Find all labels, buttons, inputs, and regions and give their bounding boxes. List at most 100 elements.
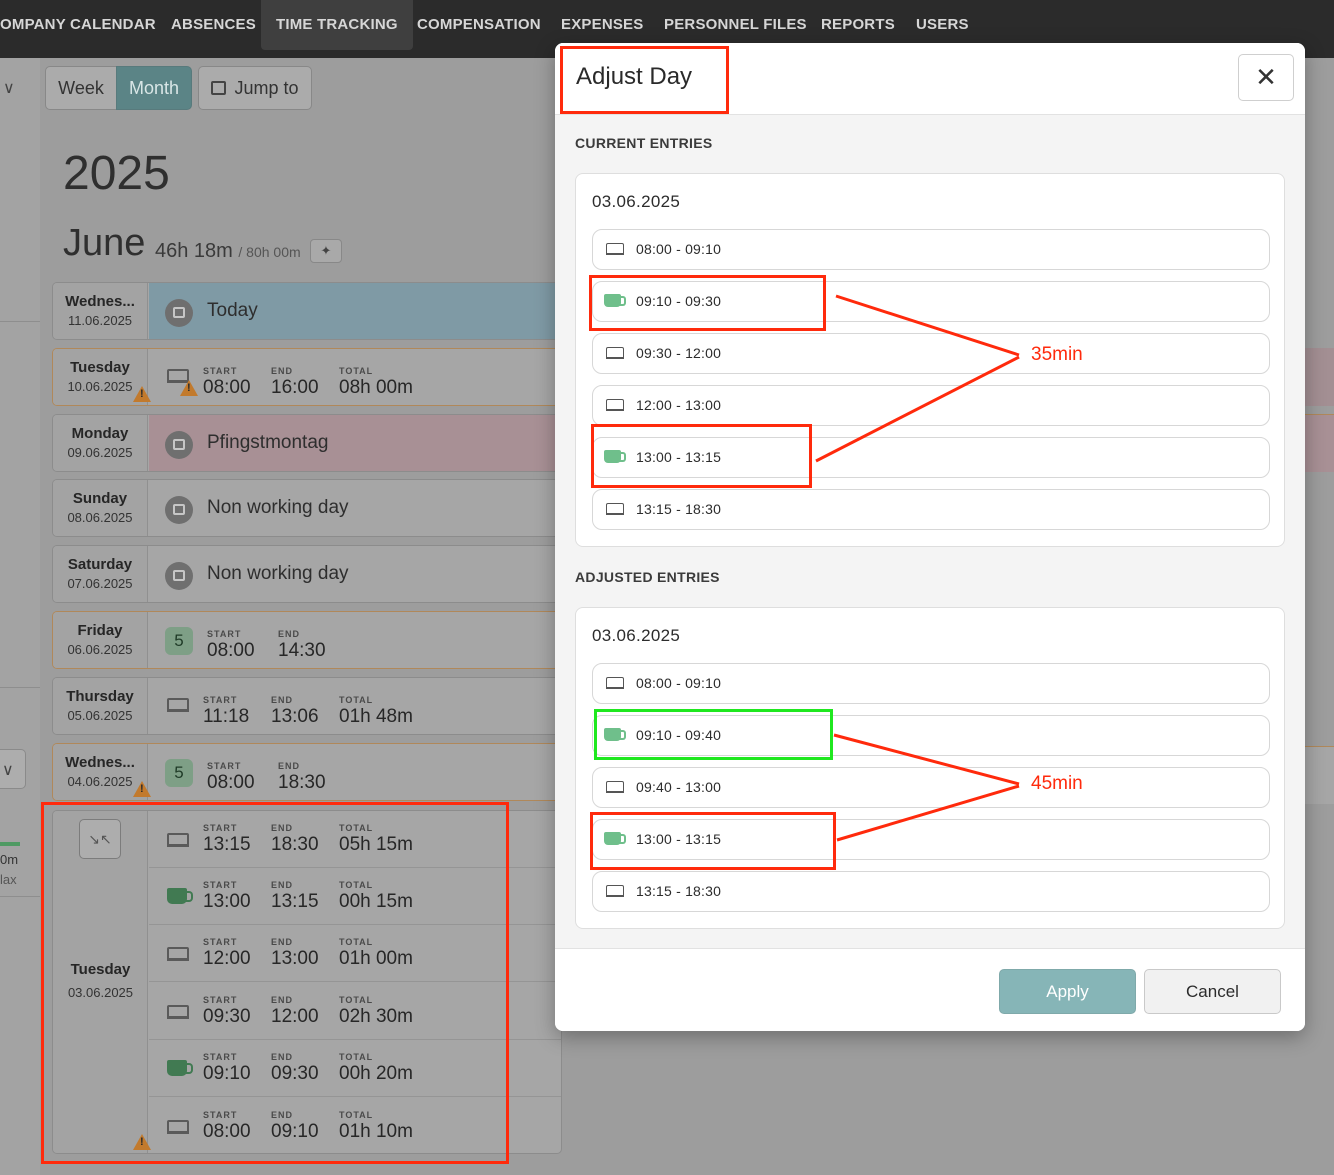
close-icon: ✕ (1255, 62, 1277, 92)
annotation-box (589, 275, 826, 331)
total-time: 01h 48m (339, 706, 413, 727)
day-date: 05.06.2025 (67, 708, 133, 723)
day-name: Wednes... (65, 293, 135, 310)
chevron-down-icon[interactable]: ∨ (3, 78, 15, 98)
day-date: 08.06.2025 (67, 510, 133, 525)
annotation-box (560, 46, 729, 114)
day-name: Sunday (72, 490, 128, 507)
day-name: Monday (71, 425, 129, 442)
jump-to-button[interactable]: Jump to (198, 66, 312, 110)
modal-footer: Apply Cancel (555, 948, 1305, 1031)
card-date: 03.06.2025 (592, 626, 681, 645)
progress-bar (0, 842, 20, 846)
end-time: 16:00 (271, 377, 319, 398)
day-row[interactable]: Wednes... 04.06.2025 5 START 08:00 END 1… (52, 743, 562, 801)
laptop-icon (606, 399, 624, 411)
calendar-icon (211, 81, 227, 95)
day-body: 5 START 08:00 END 14:30 (149, 612, 561, 668)
start-time: 08:00 (203, 377, 251, 398)
calendar-icon (165, 496, 193, 524)
adjusted-entries-title: ADJUSTED ENTRIES (575, 569, 720, 585)
week-view-button[interactable]: Week (45, 66, 117, 110)
day-date: 11.06.2025 (67, 313, 133, 328)
entry-item[interactable]: 08:00 - 09:10 (592, 229, 1270, 270)
mini-max-text: lax (0, 872, 17, 887)
start-label: START (207, 629, 242, 639)
day-body: Non working day (149, 480, 561, 536)
start-time: 11:18 (203, 706, 250, 727)
month-view-button[interactable]: Month (116, 66, 192, 110)
nav-absences[interactable]: ABSENCES (171, 0, 256, 50)
entry-count-badge: 5 (165, 627, 193, 655)
annotation-box (41, 802, 509, 1164)
entry-item[interactable]: 09:30 - 12:00 (592, 333, 1270, 374)
close-button[interactable]: ✕ (1238, 54, 1294, 101)
magic-wand-button[interactable]: ✦ (310, 239, 342, 263)
nav-time-tracking[interactable]: TIME TRACKING (261, 0, 413, 50)
laptop-icon (606, 885, 624, 897)
nav-company-calendar[interactable]: OMPANY CALENDAR (0, 0, 156, 50)
warning-icon (133, 386, 151, 402)
row-sliver (1305, 414, 1334, 472)
mini-hours-text: 0m (0, 852, 19, 867)
day-date: 07.06.2025 (67, 576, 133, 591)
end-label: END (278, 761, 301, 771)
current-entries-title: CURRENT ENTRIES (575, 135, 713, 151)
day-label: Pfingstmontag (207, 432, 329, 453)
total-label: TOTAL (339, 695, 374, 705)
day-date: 09.06.2025 (67, 445, 133, 460)
entry-item[interactable]: 09:40 - 13:00 (592, 767, 1270, 808)
year-heading: 2025 (63, 147, 170, 200)
entry-time: 13:15 - 18:30 (636, 883, 722, 899)
right-overflow (1305, 58, 1334, 1175)
start-time: 08:00 (207, 772, 255, 793)
day-row[interactable]: Thursday 05.06.2025 START 11:18 END 13:0… (52, 677, 562, 735)
entry-time: 08:00 - 09:10 (636, 241, 722, 257)
day-date-cell: Thursday 05.06.2025 (53, 678, 148, 734)
day-body: Pfingstmontag (149, 415, 561, 471)
day-date-cell: Wednes... 11.06.2025 (53, 283, 148, 339)
divider (0, 896, 40, 897)
entry-item[interactable]: 08:00 - 09:10 (592, 663, 1270, 704)
day-body: START 08:00 END 16:00 TOTAL 08h 00m (149, 349, 561, 405)
apply-button[interactable]: Apply (999, 969, 1136, 1014)
laptop-icon (606, 503, 624, 515)
laptop-icon (606, 243, 624, 255)
entry-item[interactable]: 13:15 - 18:30 (592, 489, 1270, 530)
total-time: 08h 00m (339, 377, 413, 398)
card-date: 03.06.2025 (592, 192, 681, 211)
total-label: TOTAL (339, 366, 374, 376)
nav-compensation[interactable]: COMPENSATION (417, 0, 541, 50)
laptop-icon (606, 347, 624, 359)
chevron-down-icon: ∨ (2, 762, 14, 779)
sidebar-toggle-button[interactable]: ∨ (0, 749, 26, 789)
annotation-box-green (594, 709, 833, 760)
annotation-box (590, 812, 836, 870)
row-sliver (1305, 348, 1334, 406)
calendar-icon (165, 562, 193, 590)
day-row[interactable]: Tuesday 10.06.2025 START 08:00 END 16:00… (52, 348, 562, 406)
laptop-icon (606, 677, 624, 689)
day-body: Non working day (149, 546, 561, 602)
calendar-icon (165, 299, 193, 327)
divider (0, 321, 40, 322)
end-label: END (271, 366, 294, 376)
start-label: START (203, 695, 238, 705)
entry-item[interactable]: 13:15 - 18:30 (592, 871, 1270, 912)
day-row[interactable]: Saturday 07.06.2025 Non working day (52, 545, 562, 603)
warning-icon (133, 781, 151, 797)
day-row[interactable]: Wednes... 11.06.2025 Today (52, 282, 562, 340)
entry-time: 09:40 - 13:00 (636, 779, 722, 795)
cancel-button[interactable]: Cancel (1144, 969, 1281, 1014)
start-time: 08:00 (207, 640, 255, 661)
day-name: Saturday (67, 556, 133, 573)
divider (0, 687, 40, 688)
day-row[interactable]: Friday 06.06.2025 5 START 08:00 END 14:3… (52, 611, 562, 669)
month-hours: 46h 18m / 80h 00m (155, 240, 301, 263)
day-label: Non working day (207, 563, 349, 584)
end-time: 14:30 (278, 640, 326, 661)
entry-item[interactable]: 12:00 - 13:00 (592, 385, 1270, 426)
day-row[interactable]: Monday 09.06.2025 Pfingstmontag (52, 414, 562, 472)
day-name: Wednes... (65, 754, 135, 771)
day-row[interactable]: Sunday 08.06.2025 Non working day (52, 479, 562, 537)
